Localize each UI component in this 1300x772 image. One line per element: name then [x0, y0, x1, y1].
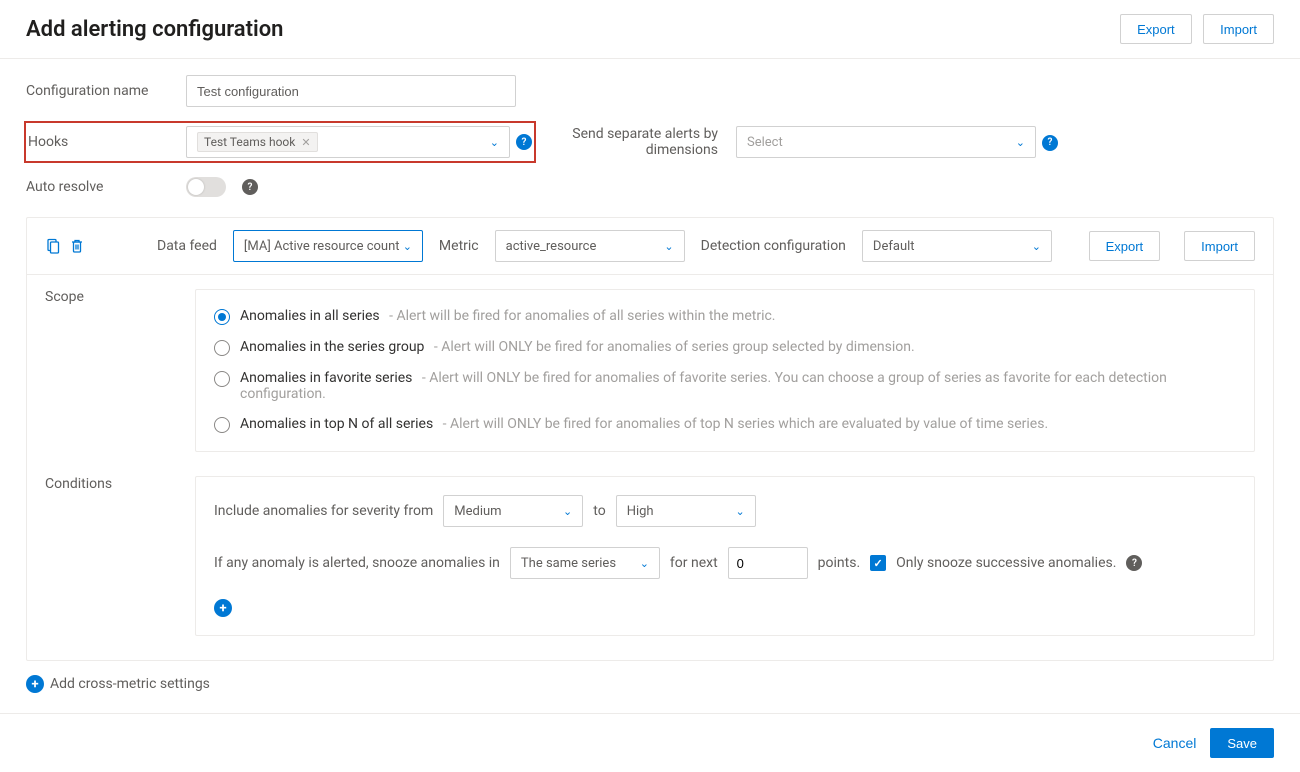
copy-icon[interactable]	[45, 238, 61, 254]
metric-value: active_resource	[506, 239, 597, 254]
severity-to-word: to	[593, 503, 605, 519]
autoresolve-toggle[interactable]	[186, 177, 226, 197]
chevron-down-icon: ⌄	[1032, 240, 1041, 253]
delete-icon[interactable]	[69, 238, 85, 254]
radio-icon[interactable]	[214, 309, 230, 325]
scope-option[interactable]: Anomalies in favorite series - Alert wil…	[214, 370, 1236, 402]
metric-panel: Data feed [MA] Active resource count ⌄ M…	[26, 217, 1274, 661]
scope-option-label: Anomalies in the series group	[240, 339, 424, 355]
scope-title: Scope	[45, 289, 195, 305]
save-button[interactable]: Save	[1210, 728, 1274, 758]
scope-option-desc: - Alert will be fired for anomalies of a…	[386, 308, 776, 324]
detection-label: Detection configuration	[701, 238, 846, 254]
snooze-successive-checkbox[interactable]: ✓	[870, 555, 886, 571]
config-name-input[interactable]	[186, 75, 516, 107]
separate-alerts-placeholder: Select	[747, 135, 783, 150]
scope-option-label: Anomalies in all series	[240, 308, 380, 324]
detection-value: Default	[873, 239, 915, 254]
autoresolve-label: Auto resolve	[26, 179, 186, 195]
chevron-down-icon: ⌄	[1016, 136, 1025, 149]
snooze-for: for next	[670, 555, 718, 571]
cross-metric-label: Add cross-metric settings	[50, 676, 210, 692]
conditions-title: Conditions	[45, 476, 195, 492]
hooks-chip: Test Teams hook ✕	[197, 132, 318, 152]
severity-from-value: Medium	[454, 504, 501, 519]
metric-label: Metric	[439, 238, 479, 254]
panel-import-button[interactable]: Import	[1184, 231, 1255, 261]
help-icon[interactable]: ?	[242, 179, 258, 195]
severity-prefix: Include anomalies for severity from	[214, 503, 433, 519]
remove-hook-icon[interactable]: ✕	[301, 136, 310, 149]
help-icon[interactable]: ?	[1042, 135, 1058, 151]
severity-to-select[interactable]: High ⌄	[616, 495, 756, 527]
add-cross-metric-button[interactable]: +	[26, 675, 44, 693]
chevron-down-icon: ⌄	[735, 505, 744, 518]
snooze-successive-label: Only snooze successive anomalies.	[896, 555, 1116, 571]
hooks-select[interactable]: Test Teams hook ✕ ⌄	[186, 126, 510, 158]
scope-option-desc: - Alert will ONLY be fired for anomalies…	[430, 339, 914, 355]
chevron-down-icon: ⌄	[403, 240, 412, 253]
detection-select[interactable]: Default ⌄	[862, 230, 1052, 262]
radio-icon[interactable]	[214, 371, 230, 387]
add-condition-button[interactable]: +	[214, 599, 232, 617]
scope-option-label: Anomalies in top N of all series	[240, 416, 433, 432]
snooze-scope-select[interactable]: The same series ⌄	[510, 547, 660, 579]
chevron-down-icon: ⌄	[563, 505, 572, 518]
datafeed-label: Data feed	[157, 238, 217, 254]
datafeed-select[interactable]: [MA] Active resource count ⌄	[233, 230, 423, 262]
scope-option-desc: - Alert will ONLY be fired for anomalies…	[439, 416, 1048, 432]
scope-option[interactable]: Anomalies in the series group - Alert wi…	[214, 339, 1236, 356]
separate-alerts-select[interactable]: Select ⌄	[736, 126, 1036, 158]
hooks-chip-label: Test Teams hook	[204, 135, 295, 149]
chevron-down-icon: ⌄	[490, 136, 499, 149]
datafeed-value: [MA] Active resource count	[244, 239, 400, 254]
snooze-points-label: points.	[818, 555, 860, 571]
scope-option[interactable]: Anomalies in all series - Alert will be …	[214, 308, 1236, 325]
chevron-down-icon: ⌄	[664, 240, 673, 253]
import-button[interactable]: Import	[1203, 14, 1274, 44]
scope-option-label: Anomalies in favorite series	[240, 370, 412, 386]
severity-to-value: High	[627, 504, 654, 519]
scope-box: Anomalies in all series - Alert will be …	[195, 289, 1255, 452]
panel-export-button[interactable]: Export	[1089, 231, 1161, 261]
snooze-prefix: If any anomaly is alerted, snooze anomal…	[214, 555, 500, 571]
export-button[interactable]: Export	[1120, 14, 1192, 44]
help-icon[interactable]: ?	[1126, 555, 1142, 571]
hooks-label: Hooks	[28, 134, 186, 150]
severity-from-select[interactable]: Medium ⌄	[443, 495, 583, 527]
chevron-down-icon: ⌄	[640, 557, 649, 570]
conditions-box: Include anomalies for severity from Medi…	[195, 476, 1255, 636]
scope-option[interactable]: Anomalies in top N of all series - Alert…	[214, 416, 1236, 433]
config-name-label: Configuration name	[26, 83, 186, 99]
help-icon[interactable]: ?	[516, 134, 532, 150]
separate-alerts-label: Send separate alerts by dimensions	[536, 126, 736, 158]
radio-icon[interactable]	[214, 417, 230, 433]
page-title: Add alerting configuration	[26, 17, 283, 42]
snooze-scope-value: The same series	[521, 556, 616, 571]
header-actions: Export Import	[1112, 14, 1274, 44]
radio-icon[interactable]	[214, 340, 230, 356]
snooze-points-input[interactable]	[728, 547, 808, 579]
cancel-button[interactable]: Cancel	[1147, 734, 1203, 752]
metric-select[interactable]: active_resource ⌄	[495, 230, 685, 262]
